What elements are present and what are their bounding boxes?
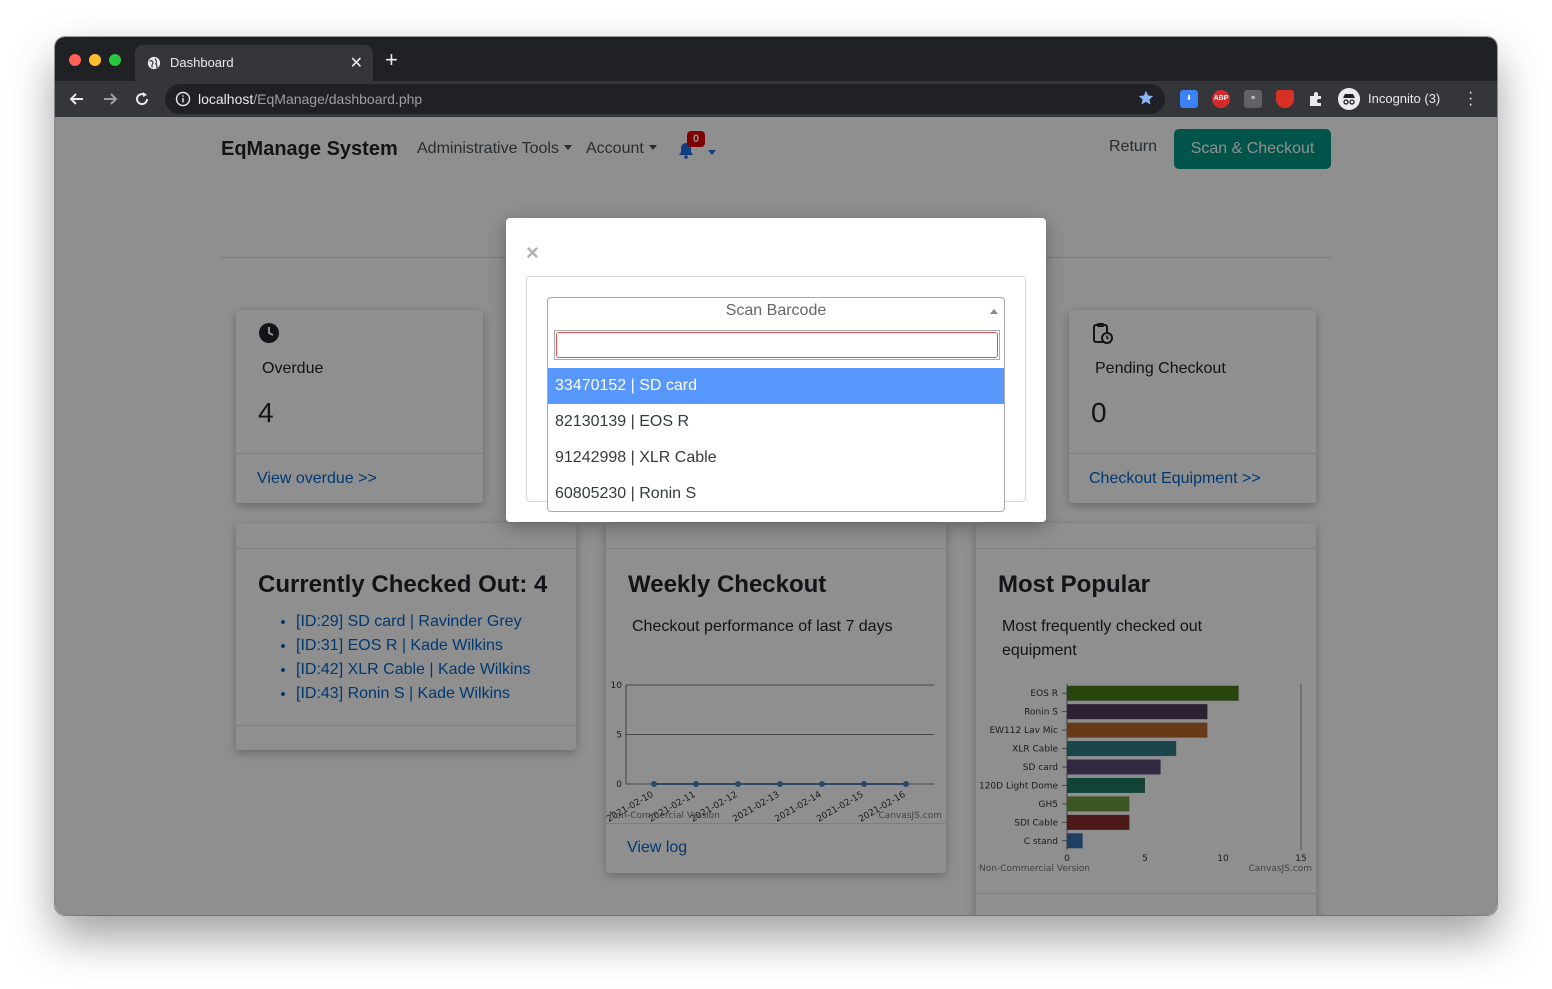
download-extension-icon[interactable]: ⬇ [1180, 90, 1198, 108]
tab-close-icon[interactable]: ✕ [350, 53, 363, 73]
shield-extension-icon[interactable] [1276, 90, 1294, 108]
maximize-window-button[interactable] [109, 54, 121, 66]
barcode-option[interactable]: 82130139 | EOS R [548, 404, 1004, 440]
barcode-option[interactable]: 60805230 | Ronin S [548, 476, 1004, 512]
scan-checkout-modal: × Scan Barcode 33470152 | SD card 821301… [506, 218, 1046, 522]
reload-icon[interactable] [132, 89, 152, 109]
barcode-dropdown: 33470152 | SD card 82130139 | EOS R 9124… [547, 324, 1005, 512]
url-host: localhost [198, 91, 254, 107]
adblock-label: ABP [1213, 95, 1229, 102]
close-icon[interactable]: × [526, 240, 539, 266]
browser-window: Dashboard ✕ + localhost/EqManage/dashboa… [55, 37, 1497, 915]
adblock-icon[interactable]: ABP [1212, 90, 1230, 108]
browser-toolbar: localhost/EqManage/dashboard.php ⬇ ABP ≡… [55, 81, 1497, 117]
puzzle-extensions-icon[interactable] [1307, 90, 1325, 108]
incognito-label: Incognito (3) [1368, 91, 1441, 106]
address-bar[interactable]: localhost/EqManage/dashboard.php [165, 84, 1165, 114]
new-tab-button[interactable]: + [385, 49, 398, 71]
browser-menu-icon[interactable]: · · · [1468, 85, 1474, 113]
scan-barcode-select[interactable]: Scan Barcode [547, 297, 1005, 325]
url-path: /EqManage/dashboard.php [253, 91, 423, 107]
site-info-icon[interactable] [175, 91, 191, 107]
close-window-button[interactable] [69, 54, 81, 66]
url-text: localhost/EqManage/dashboard.php [198, 91, 422, 107]
barcode-search-input[interactable] [556, 332, 998, 358]
tab-title: Dashboard [170, 55, 234, 70]
barcode-option[interactable]: 33470152 | SD card [548, 368, 1004, 404]
barcode-option[interactable]: 91242998 | XLR Cable [548, 440, 1004, 476]
page: EqManage System Administrative Tools Acc… [55, 117, 1497, 915]
tab-dashboard[interactable]: Dashboard ✕ [135, 45, 373, 81]
tab-strip: Dashboard ✕ + [55, 37, 1497, 81]
select-placeholder: Scan Barcode [725, 302, 827, 319]
globe-icon [147, 56, 161, 70]
reader-extension-icon[interactable]: ≡ [1244, 90, 1262, 108]
back-arrow-icon[interactable] [67, 89, 87, 109]
incognito-icon [1338, 88, 1360, 110]
forward-arrow-icon[interactable] [100, 89, 120, 109]
dropdown-search-wrapper [554, 330, 1000, 360]
chevron-up-icon [990, 309, 998, 314]
bookmark-star-icon[interactable] [1137, 89, 1155, 107]
minimize-window-button[interactable] [89, 54, 101, 66]
